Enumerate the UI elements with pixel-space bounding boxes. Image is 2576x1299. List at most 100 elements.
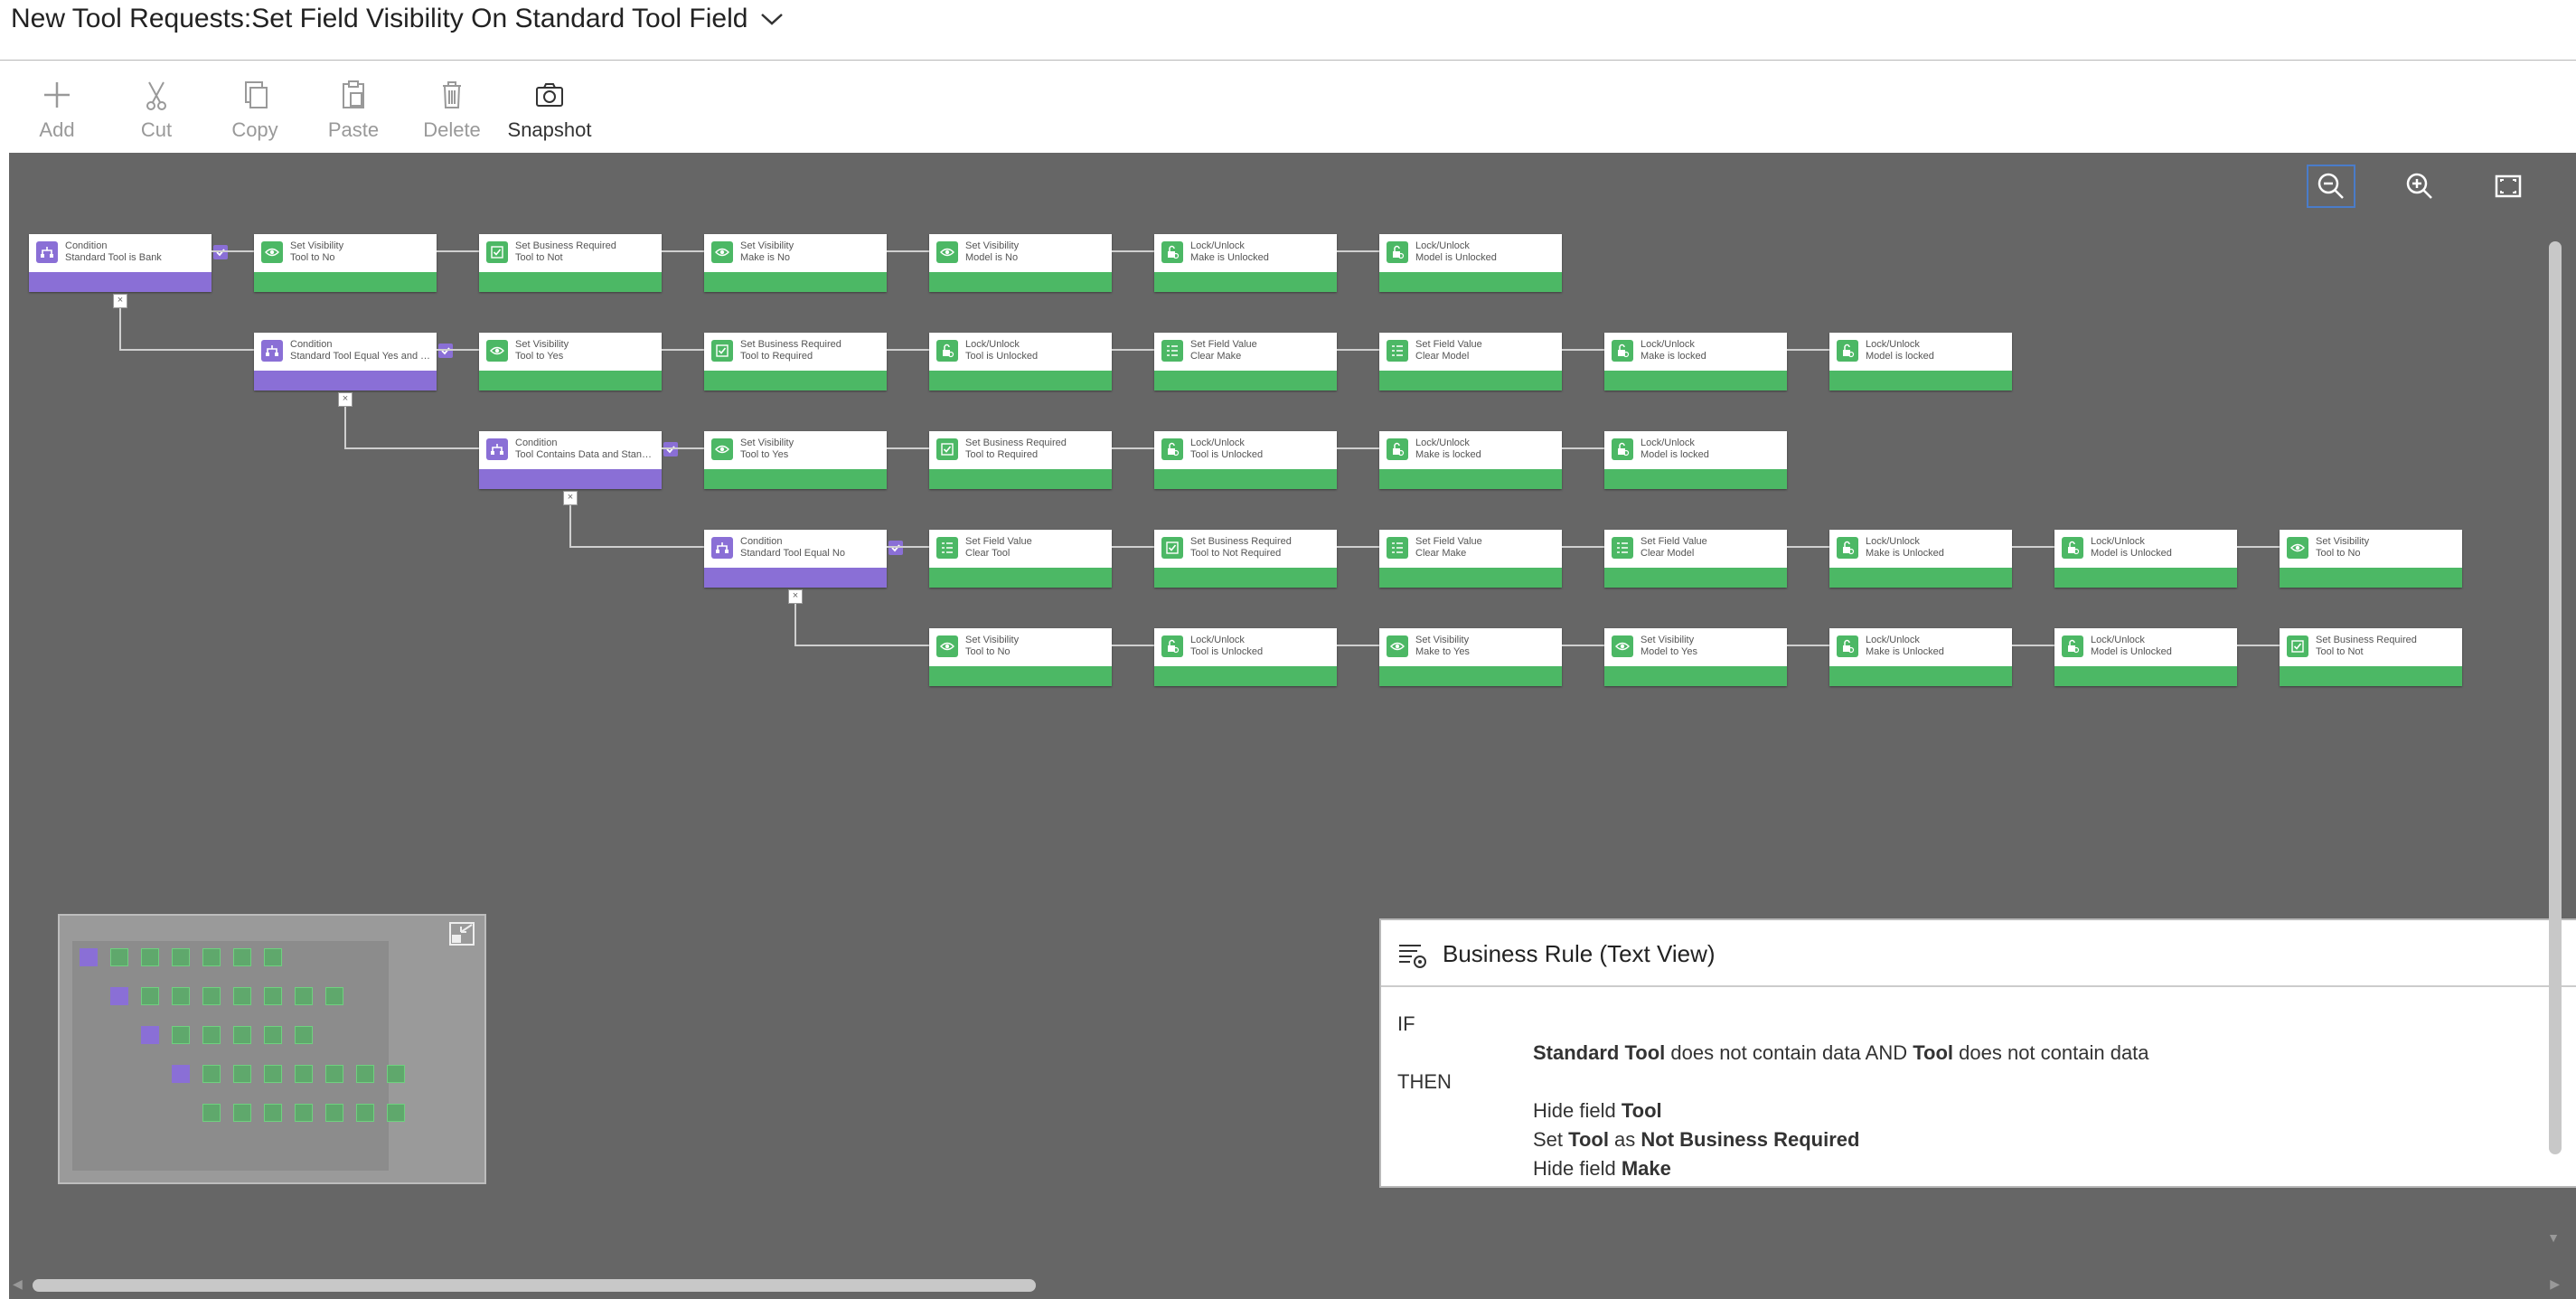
action-step[interactable]: Lock/Unlock Model is locked	[1604, 431, 1787, 489]
true-branch-check-icon[interactable]	[888, 541, 903, 555]
false-branch-icon[interactable]: ×	[788, 589, 803, 604]
connector	[2012, 546, 2054, 548]
step-footer-bar	[1379, 371, 1562, 391]
step-footer-bar	[1829, 568, 2012, 588]
step-type-label: Lock/Unlock	[1190, 438, 1245, 448]
true-branch-check-icon[interactable]	[213, 245, 228, 259]
minimap[interactable]	[58, 914, 486, 1184]
action-step[interactable]: Set Field Value Clear Model	[1379, 333, 1562, 391]
condition-step[interactable]: Condition Tool Contains Data and Standar.…	[479, 431, 662, 489]
action-step[interactable]: Set Visibility Model to Yes	[1604, 628, 1787, 686]
step-detail-label: Make is locked	[1415, 449, 1481, 460]
action-step[interactable]: Set Field Value Clear Make	[1154, 333, 1337, 391]
action-step[interactable]: Set Business Required Tool to Not Require…	[1154, 530, 1337, 588]
visibility-eye-icon	[2287, 537, 2308, 559]
fit-screen-icon	[2495, 174, 2522, 198]
action-step[interactable]: Lock/Unlock Model is Unlocked	[2054, 530, 2237, 588]
copy-icon	[245, 81, 268, 108]
step-type-label: Lock/Unlock	[1641, 339, 1695, 350]
action-step[interactable]: Lock/Unlock Make is locked	[1604, 333, 1787, 391]
collapse-minimap-icon[interactable]	[448, 921, 475, 946]
action-step[interactable]: Set Field Value Clear Tool	[929, 530, 1112, 588]
scroll-down-arrow-icon[interactable]: ▼	[2547, 1230, 2560, 1245]
action-step[interactable]: Set Business Required Tool to Not	[479, 234, 662, 292]
scroll-left-arrow-icon[interactable]: ◀	[13, 1276, 23, 1292]
condition-step[interactable]: Condition Standard Tool is Bank	[29, 234, 212, 292]
false-branch-icon[interactable]: ×	[113, 294, 127, 308]
zoom-in-button[interactable]	[2397, 166, 2442, 206]
action-step[interactable]: Set Visibility Tool to No	[2280, 530, 2462, 588]
page-title-text: New Tool Requests:Set Field Visibility O…	[11, 4, 748, 33]
visibility-eye-icon	[711, 241, 733, 263]
zoom-out-icon	[2317, 173, 2344, 199]
minimap-step	[110, 987, 128, 1005]
scissors-icon	[146, 81, 166, 110]
zoom-out-button[interactable]	[2307, 165, 2355, 208]
action-step[interactable]: Set Business Required Tool to Required	[704, 333, 887, 391]
business-required-icon	[1161, 537, 1183, 559]
action-step[interactable]: Lock/Unlock Tool is Unlocked	[1154, 628, 1337, 686]
paste-button[interactable]: Paste	[304, 77, 403, 151]
cut-button[interactable]: Cut	[107, 77, 206, 151]
minimap-step	[233, 948, 251, 966]
connector	[1337, 250, 1379, 252]
action-step[interactable]: Lock/Unlock Make is Unlocked	[1154, 234, 1337, 292]
zoom-in-icon	[2406, 173, 2432, 199]
step-detail-label: Tool to No	[2316, 548, 2361, 559]
false-branch-icon[interactable]: ×	[338, 392, 353, 407]
condition-step[interactable]: Condition Standard Tool Equal Yes and Too…	[254, 333, 437, 391]
toolbar: Add Cut Copy Paste Delete Snapshot	[0, 61, 2576, 153]
step-detail-label: Tool Contains Data and Standar...	[515, 449, 656, 460]
step-footer-bar	[1604, 469, 1787, 489]
action-step[interactable]: Set Business Required Tool to Required	[929, 431, 1112, 489]
action-step[interactable]: Lock/Unlock Model is Unlocked	[1379, 234, 1562, 292]
copy-button[interactable]: Copy	[205, 77, 305, 151]
true-branch-check-icon[interactable]	[438, 344, 453, 358]
action-step[interactable]: Set Visibility Make is No	[704, 234, 887, 292]
condition-step[interactable]: Condition Standard Tool Equal No	[704, 530, 887, 588]
action-step[interactable]: Lock/Unlock Model is Unlocked	[2054, 628, 2237, 686]
minimap-step	[325, 987, 343, 1005]
scroll-right-arrow-icon[interactable]: ▶	[2550, 1276, 2560, 1292]
minimap-viewport[interactable]	[72, 941, 405, 1171]
step-footer-bar	[2054, 666, 2237, 686]
minimap-step	[264, 987, 282, 1005]
action-step[interactable]: Set Field Value Clear Model	[1604, 530, 1787, 588]
false-branch-icon[interactable]: ×	[563, 491, 578, 505]
true-branch-check-icon[interactable]	[663, 442, 678, 457]
add-button[interactable]: Add	[7, 77, 107, 151]
horizontal-scrollbar[interactable]	[33, 1279, 1036, 1292]
action-step[interactable]: Set Visibility Tool to Yes	[704, 431, 887, 489]
snapshot-button[interactable]: Snapshot	[500, 77, 599, 151]
action-step[interactable]: Set Visibility Tool to No	[254, 234, 437, 292]
action-step[interactable]: Set Visibility Model is No	[929, 234, 1112, 292]
connector	[2237, 546, 2280, 548]
minimap-step	[387, 1104, 405, 1122]
step-footer-bar	[254, 371, 437, 391]
step-detail-label: Tool to Not Required	[1190, 548, 1282, 559]
action-step[interactable]: Lock/Unlock Model is locked	[1829, 333, 2012, 391]
delete-button[interactable]: Delete	[402, 77, 502, 151]
fit-to-screen-button[interactable]	[2486, 166, 2531, 206]
action-step[interactable]: Set Visibility Tool to No	[929, 628, 1112, 686]
page-title[interactable]: New Tool Requests:Set Field Visibility O…	[11, 4, 787, 34]
connector	[887, 546, 929, 548]
minimap-step	[264, 1104, 282, 1122]
add-icon	[44, 82, 70, 108]
action-step[interactable]: Set Field Value Clear Make	[1379, 530, 1562, 588]
action-step[interactable]: Lock/Unlock Tool is Unlocked	[1154, 431, 1337, 489]
action-step[interactable]: Lock/Unlock Make is locked	[1379, 431, 1562, 489]
action-step[interactable]: Lock/Unlock Tool is Unlocked	[929, 333, 1112, 391]
vertical-scrollbar[interactable]	[2549, 241, 2562, 1154]
action-step[interactable]: Set Business Required Tool to Not	[2280, 628, 2462, 686]
chevron-down-icon[interactable]	[757, 5, 787, 33]
action-step[interactable]: Set Visibility Tool to Yes	[479, 333, 662, 391]
connector	[1562, 349, 1604, 351]
minimap-step	[80, 948, 98, 966]
designer-canvas[interactable]: Condition Standard Tool is Bank × Set Visib…	[9, 153, 2576, 1299]
condition-icon	[711, 537, 733, 559]
action-step[interactable]: Set Visibility Make to Yes	[1379, 628, 1562, 686]
step-detail-label: Clear Model	[1415, 351, 1470, 362]
action-step[interactable]: Lock/Unlock Make is Unlocked	[1829, 628, 2012, 686]
action-step[interactable]: Lock/Unlock Make is Unlocked	[1829, 530, 2012, 588]
